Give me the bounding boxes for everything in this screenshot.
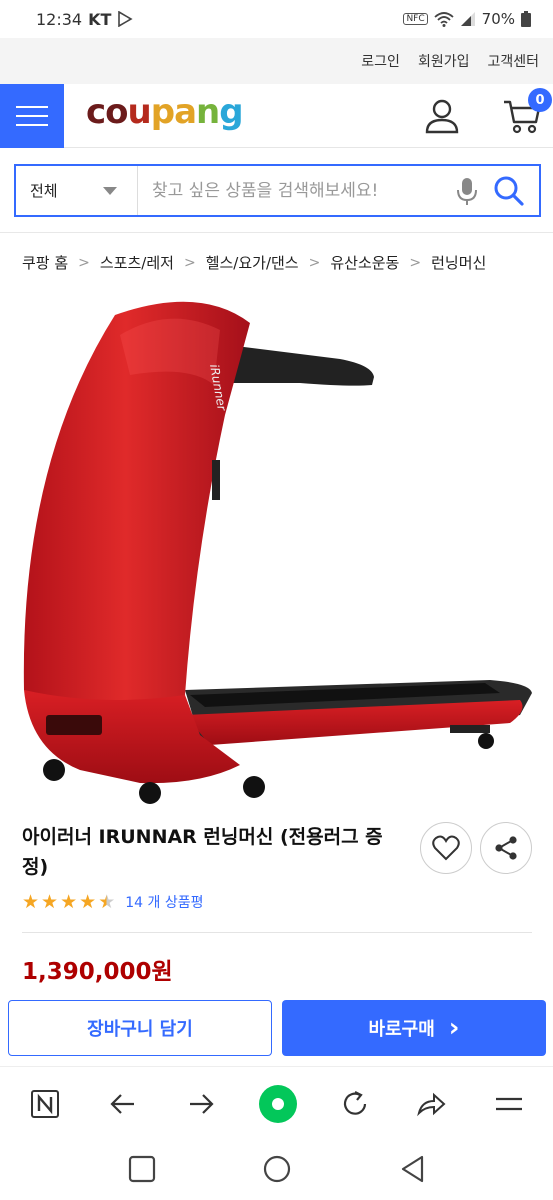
share-arrow-icon (417, 1092, 446, 1117)
breadcrumb-item[interactable]: 런닝머신 (431, 252, 486, 273)
logo-letter: c (86, 92, 106, 132)
logo-letter: p (150, 92, 175, 132)
chevron-right-icon: > (78, 254, 90, 271)
breadcrumb: 쿠팡 홈 > 스포츠/레저 > 헬스/요가/댄스 > 유산소운동 > 런닝머신 (22, 252, 486, 273)
search-bar: 전체 (14, 164, 541, 217)
signup-link[interactable]: 회원가입 (418, 51, 470, 71)
cart-count-badge: 0 (528, 88, 552, 112)
arrow-left-icon (110, 1094, 134, 1114)
caret-down-icon (103, 187, 117, 195)
chevron-right-icon: > (183, 254, 196, 271)
share-button[interactable] (480, 822, 532, 874)
product-price: 1,390,000원 (22, 959, 173, 985)
customer-center-link[interactable]: 고객센터 (487, 51, 539, 71)
chevron-right-icon: > (308, 254, 321, 271)
site-header: coupang (0, 84, 553, 148)
product-title: 아이러너 IRUNNAR 런닝머신 (전용러그 증정) (22, 826, 383, 878)
logo-letter: o (105, 92, 128, 132)
breadcrumb-item[interactable]: 헬스/요가/댄스 (206, 252, 299, 273)
recent-apps-icon[interactable] (127, 1154, 157, 1184)
wifi-icon (434, 12, 454, 27)
search-input[interactable] (138, 166, 455, 215)
signal-icon (460, 12, 475, 26)
status-bar: 12:34 KT NFC 70% (0, 0, 553, 38)
star-icon: ★ (60, 891, 78, 913)
login-link[interactable]: 로그인 (361, 51, 400, 71)
reload-icon (343, 1091, 367, 1115)
status-time: 12:34 (36, 9, 83, 29)
back-nav-icon[interactable] (398, 1154, 428, 1184)
naver-home-button[interactable] (28, 1087, 62, 1121)
search-category-select[interactable]: 전체 (16, 166, 138, 215)
product-image[interactable]: iRunner (0, 295, 553, 815)
play-store-icon (118, 11, 134, 27)
divider (22, 932, 532, 933)
logo-letter: a (174, 92, 197, 132)
green-dot-button[interactable] (258, 1084, 298, 1124)
microphone-icon[interactable] (455, 176, 479, 206)
buy-now-button[interactable]: 바로구매 › (282, 1000, 546, 1056)
divider (0, 232, 553, 233)
search-icon[interactable] (491, 173, 527, 209)
back-button[interactable] (106, 1087, 140, 1121)
star-half-icon: ★ (98, 891, 116, 913)
status-carrier: KT (88, 9, 112, 29)
coupang-logo[interactable]: coupang (86, 92, 244, 132)
star-icon: ★ (79, 891, 97, 913)
star-icon: ★ (41, 891, 59, 913)
user-icon[interactable] (422, 98, 462, 134)
system-navigation-bar (0, 1140, 553, 1200)
breadcrumb-item[interactable]: 스포츠/레저 (100, 252, 174, 273)
battery-percent: 70% (481, 10, 515, 28)
heart-icon (432, 835, 460, 861)
nfc-icon: NFC (403, 13, 428, 25)
chevron-right-icon: › (448, 1013, 460, 1043)
browser-toolbar (0, 1066, 553, 1140)
star-icon: ★ (22, 891, 40, 913)
add-to-cart-button[interactable]: 장바구니 담기 (8, 1000, 272, 1056)
chevron-right-icon: > (409, 254, 422, 271)
wishlist-button[interactable] (420, 822, 472, 874)
more-menu-button[interactable] (492, 1087, 526, 1121)
forward-button[interactable] (184, 1087, 218, 1121)
menu-icon (496, 1097, 522, 1111)
share-icon (495, 836, 517, 860)
product-rating[interactable]: ★ ★ ★ ★ ★ 14 개 상품평 (22, 892, 203, 912)
green-dot-icon (259, 1085, 297, 1123)
review-count-link[interactable]: 14 개 상품평 (125, 892, 203, 912)
hamburger-line (16, 124, 48, 126)
home-icon[interactable] (262, 1154, 292, 1184)
buy-now-label: 바로구매 (368, 1019, 435, 1040)
hamburger-line (16, 115, 48, 117)
arrow-right-icon (190, 1094, 214, 1114)
top-nav: 로그인 회원가입 고객센터 (0, 38, 553, 84)
naver-n-icon (31, 1090, 59, 1118)
breadcrumb-item[interactable]: 쿠팡 홈 (22, 252, 68, 273)
logo-letter: n (196, 92, 220, 132)
reload-button[interactable] (338, 1087, 372, 1121)
logo-letter: u (127, 92, 152, 132)
logo-letter: g (219, 92, 243, 132)
menu-button[interactable] (0, 84, 64, 148)
share-page-button[interactable] (414, 1087, 448, 1121)
hamburger-line (16, 106, 48, 108)
battery-icon (521, 11, 531, 27)
search-category-label: 전체 (30, 182, 58, 200)
breadcrumb-item[interactable]: 유산소운동 (330, 252, 399, 273)
